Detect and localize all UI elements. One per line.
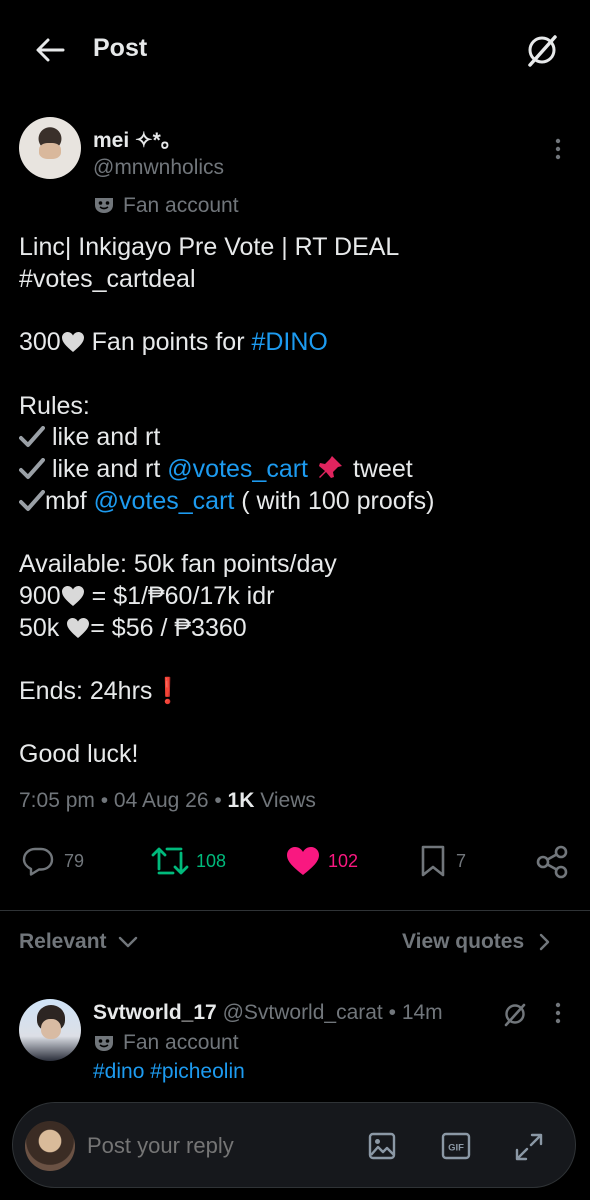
- available-line: Available: 50k fan points/day: [19, 550, 337, 578]
- reply-count: 79: [64, 850, 85, 871]
- gif-button[interactable]: GIF: [441, 1131, 471, 1161]
- like-button[interactable]: 102: [286, 843, 358, 879]
- grok-icon: [504, 1003, 526, 1027]
- tweet-meta: 7:05 pm • 04 Aug 26 • 1K Views: [19, 789, 316, 812]
- views-label[interactable]: Views: [260, 789, 316, 812]
- arrow-left-icon: [36, 38, 65, 62]
- fan-points-text: Fan points for: [84, 328, 252, 356]
- retweet-button[interactable]: 108: [151, 843, 226, 879]
- tweet-line-title: Linc| Inkigayo Pre Vote | RT DEAL: [19, 233, 400, 261]
- hashtag-votes-cartdeal[interactable]: #votes_cartdeal: [19, 263, 196, 295]
- expand-button[interactable]: [513, 1131, 545, 1163]
- avatar[interactable]: [19, 117, 81, 179]
- price-line-1: 900 = $1/₱60/17k idr: [19, 582, 275, 610]
- author-handle[interactable]: @mnwnholics: [93, 156, 224, 180]
- rule-2: like and rt @votes_cart tweet: [19, 453, 413, 485]
- retweet-count: 108: [196, 850, 227, 871]
- chevron-down-icon: [118, 936, 137, 948]
- reply-author-handle[interactable]: @Svtworld_carat: [223, 1001, 383, 1024]
- mask-icon: [93, 1033, 115, 1053]
- check-mark-icon: [19, 458, 45, 479]
- share-button[interactable]: [535, 845, 569, 879]
- mention-votes-cart[interactable]: @votes_cart: [167, 455, 308, 483]
- tweet-date: 04 Aug 26: [113, 789, 209, 812]
- reply-button[interactable]: 79: [22, 843, 84, 879]
- svg-text:GIF: GIF: [448, 1143, 464, 1154]
- sort-dropdown[interactable]: Relevant: [19, 930, 139, 954]
- divider: [0, 910, 590, 911]
- mention-votes-cart-2[interactable]: @votes_cart: [94, 487, 235, 515]
- chevron-right-icon: [539, 933, 550, 951]
- view-quotes-link[interactable]: View quotes: [402, 930, 552, 954]
- rules-heading: Rules:: [19, 392, 90, 420]
- grok-button[interactable]: [520, 30, 564, 70]
- reply-icon: [22, 847, 54, 876]
- retweet-icon: [151, 847, 189, 875]
- check-mark-icon: [19, 490, 45, 511]
- reply-input[interactable]: [85, 1125, 349, 1167]
- bookmark-button[interactable]: 7: [420, 843, 466, 879]
- tweet-line-fan-points: 300 Fan points for #DINO: [19, 326, 328, 358]
- reply-fan-account-label: Fan account: [123, 1031, 239, 1054]
- expand-icon: [515, 1133, 543, 1161]
- rule-1: like and rt: [19, 421, 160, 453]
- bookmark-count: 7: [456, 850, 467, 871]
- grok-icon: [528, 35, 557, 67]
- more-vertical-icon: [555, 138, 561, 160]
- sort-label: Relevant: [19, 930, 107, 953]
- good-luck-line: Good luck!: [19, 740, 139, 768]
- more-vertical-icon: [555, 1002, 561, 1024]
- pushpin-icon: [319, 456, 342, 478]
- reply-time: 14m: [401, 1001, 443, 1024]
- image-button[interactable]: [367, 1131, 397, 1161]
- reply-avatar[interactable]: [19, 999, 81, 1061]
- share-icon: [536, 845, 568, 879]
- like-count: 102: [328, 850, 359, 871]
- white-heart-icon: [61, 586, 84, 606]
- fan-points-amount: 300: [19, 328, 61, 356]
- more-options-button[interactable]: [550, 138, 566, 162]
- rule-3: mbf @votes_cart ( with 100 proofs): [19, 485, 434, 517]
- views-count[interactable]: 1K: [228, 789, 255, 812]
- mask-icon: [93, 195, 115, 215]
- author-name[interactable]: mei ✧*。: [93, 124, 182, 154]
- bookmark-icon: [421, 845, 445, 877]
- reply-hashtags[interactable]: #dino #picheolin: [93, 1060, 245, 1084]
- exclamation-icon: ❗: [152, 677, 184, 705]
- reply-composer: GIF: [12, 1102, 576, 1188]
- image-icon: [368, 1132, 396, 1160]
- reply-header: Svtworld_17 @Svtworld_carat • 14m: [93, 1001, 443, 1024]
- hashtag-dino[interactable]: #DINO: [251, 328, 327, 356]
- reply-grok-button[interactable]: [502, 1001, 528, 1027]
- page-title: Post: [93, 34, 148, 62]
- reply-more-options[interactable]: [550, 1002, 566, 1026]
- gif-icon: GIF: [441, 1132, 471, 1160]
- heart-icon: [287, 847, 319, 875]
- reply-author-name[interactable]: Svtworld_17: [93, 1001, 217, 1024]
- view-quotes-label: View quotes: [402, 930, 525, 953]
- ends-line: Ends: 24hrs❗: [19, 677, 184, 705]
- composer-avatar: [25, 1121, 75, 1171]
- tweet-time: 7:05 pm: [19, 789, 95, 812]
- check-mark-icon: [19, 426, 45, 447]
- back-button[interactable]: [30, 32, 70, 68]
- white-heart-icon: [61, 332, 84, 352]
- price-line-2: 50k = $56 / ₱3360: [19, 614, 247, 642]
- white-heart-icon: [67, 618, 90, 638]
- fan-account-label: Fan account: [123, 194, 239, 217]
